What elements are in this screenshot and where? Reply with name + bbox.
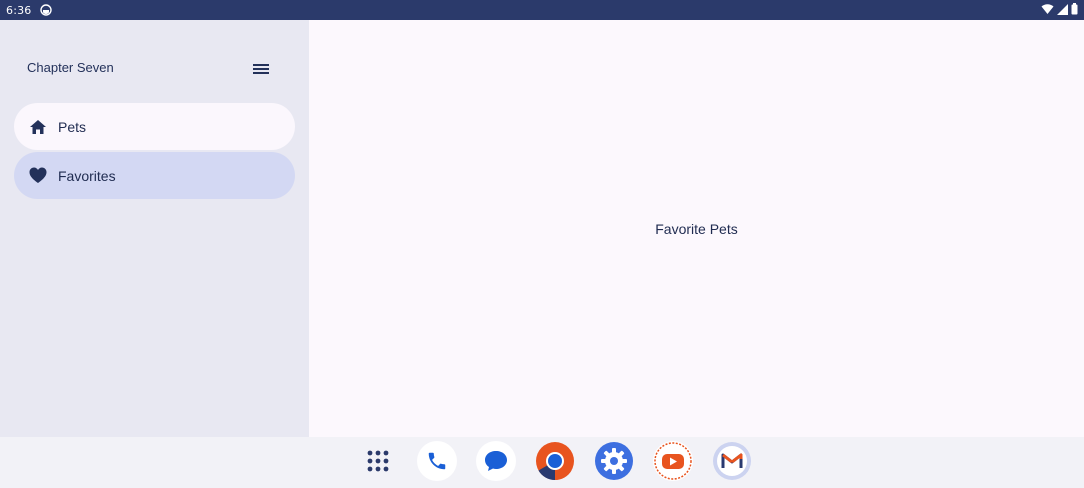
phone-app-button[interactable] <box>417 441 457 481</box>
nav-item-label: Pets <box>58 118 87 135</box>
signal-icon <box>1057 3 1068 15</box>
wifi-icon <box>1041 4 1054 14</box>
nav-item-favorites[interactable]: Favorites <box>14 152 295 199</box>
messages-icon <box>485 451 507 471</box>
drawer-title: Chapter Seven <box>27 60 114 75</box>
status-time: 6:36 <box>6 4 32 17</box>
gmail-app-button[interactable] <box>712 441 752 481</box>
nav-item-label: Favorites <box>58 167 116 184</box>
app-drawer-button[interactable] <box>358 441 398 481</box>
home-icon <box>28 117 48 137</box>
gmail-icon <box>713 442 751 480</box>
settings-app-button[interactable] <box>594 441 634 481</box>
chrome-app-button[interactable] <box>535 441 575 481</box>
youtube-app-button[interactable] <box>653 441 693 481</box>
chrome-icon <box>536 442 574 481</box>
apps-grid-icon <box>367 450 389 472</box>
notification-app-icon <box>40 4 52 16</box>
taskbar <box>0 437 1084 488</box>
heart-icon <box>28 166 48 186</box>
settings-icon <box>595 442 633 480</box>
youtube-icon <box>654 442 692 480</box>
status-bar: 6:36 <box>0 0 1084 20</box>
nav-item-pets[interactable]: Pets <box>14 103 295 150</box>
phone-icon <box>428 452 446 470</box>
main-content: Favorite Pets <box>309 20 1084 437</box>
messages-app-button[interactable] <box>476 441 516 481</box>
battery-icon <box>1071 3 1078 15</box>
status-icons <box>1041 3 1078 15</box>
menu-button[interactable] <box>250 60 272 78</box>
navigation-drawer: Chapter Seven Pets Favorites <box>0 20 309 437</box>
taskbar-apps <box>358 441 752 481</box>
menu-icon <box>253 64 269 74</box>
page-title: Favorite Pets <box>655 221 738 237</box>
